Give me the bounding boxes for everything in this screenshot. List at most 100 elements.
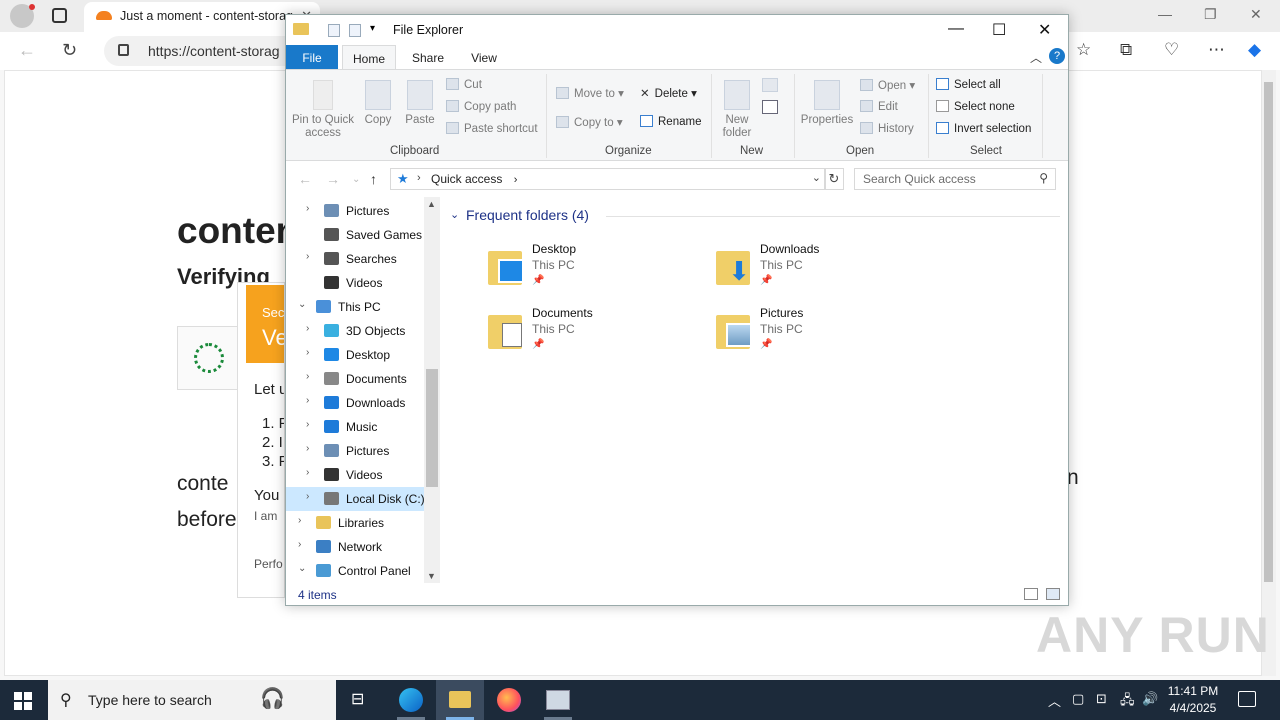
delete-button[interactable]: ✕ Delete ▾ <box>640 86 697 100</box>
tree-item[interactable]: › Music <box>286 415 426 439</box>
details-view-icon[interactable] <box>1024 588 1038 600</box>
expand-arrow-icon[interactable]: › <box>306 371 309 382</box>
edge-taskbar-button[interactable] <box>387 680 435 720</box>
scroll-up-icon[interactable]: ▲ <box>427 199 436 209</box>
copy-to-button[interactable]: Copy to ▾ <box>556 115 623 129</box>
back-icon[interactable]: ← <box>298 171 312 187</box>
task-view-button[interactable]: ⊟ <box>338 680 386 720</box>
scrollbar-thumb[interactable] <box>1264 82 1273 582</box>
expand-arrow-icon[interactable]: › <box>298 539 301 550</box>
group-header[interactable]: Frequent folders (4) <box>466 207 589 223</box>
up-icon[interactable]: ↑ <box>370 171 377 187</box>
url-field[interactable]: https://content-storag <box>104 36 304 66</box>
tree-item[interactable]: Videos <box>286 271 426 295</box>
copy-path-button[interactable]: Copy path <box>446 100 516 113</box>
tree-item[interactable]: › Libraries <box>286 511 426 535</box>
new-folder-button[interactable]: New folder <box>718 80 756 140</box>
properties-qat-icon[interactable] <box>328 24 340 37</box>
tree-item[interactable]: › 3D Objects <box>286 319 426 343</box>
tree-scrollbar[interactable]: ▲ ▼ <box>424 197 440 583</box>
favorites-icon[interactable]: ☆ <box>1076 40 1091 60</box>
windows-start-icon[interactable] <box>14 692 32 710</box>
select-none-button[interactable]: Select none <box>936 100 1015 113</box>
restore-icon[interactable]: ❐ <box>1204 6 1217 23</box>
expand-arrow-icon[interactable]: › <box>298 515 301 526</box>
refresh-button[interactable]: ↻ <box>824 168 844 190</box>
cut-button[interactable]: Cut <box>446 78 482 91</box>
search-input[interactable]: Search Quick access ⚲ <box>854 168 1056 190</box>
tab-file[interactable]: File <box>286 45 338 69</box>
expand-arrow-icon[interactable]: › <box>306 419 309 430</box>
challenge-widget[interactable] <box>177 326 241 390</box>
reload-icon[interactable]: ↻ <box>62 40 77 61</box>
maximize-icon[interactable]: ☐ <box>992 20 1006 40</box>
tree-item[interactable]: › Network <box>286 535 426 559</box>
close-icon[interactable]: ✕ <box>1038 20 1051 40</box>
folder-item-desktop[interactable]: Desktop This PC 📌 <box>486 241 686 297</box>
forward-icon[interactable]: → <box>326 171 340 187</box>
help-icon[interactable]: ? <box>1049 48 1065 64</box>
page-scrollbar[interactable] <box>1262 70 1276 676</box>
taskbar-search[interactable]: ⚲ Type here to search 🎧 <box>48 680 336 720</box>
qat-dropdown-icon[interactable]: ▾ <box>370 23 375 34</box>
folder-item-pictures[interactable]: Pictures This PC 📌 <box>714 305 914 361</box>
edit-button[interactable]: Edit <box>860 100 898 113</box>
pin-quick-access-button[interactable]: Pin to Quick access <box>290 80 356 140</box>
file-explorer-taskbar-button[interactable] <box>436 680 484 720</box>
tray-app-icon[interactable]: ▢ <box>1072 691 1084 707</box>
folder-item-documents[interactable]: Documents This PC 📌 <box>486 305 686 361</box>
tray-app2-icon[interactable]: ⊡ <box>1096 691 1107 707</box>
show-hidden-icons-icon[interactable]: ︿ <box>1048 691 1061 710</box>
move-to-button[interactable]: Move to ▾ <box>556 86 624 100</box>
collapse-ribbon-icon[interactable]: ︿ <box>1030 49 1042 66</box>
history-button[interactable]: History <box>860 122 914 135</box>
back-icon[interactable]: ← <box>18 40 36 61</box>
lock-icon[interactable] <box>118 44 129 56</box>
tree-item[interactable]: Saved Games <box>286 223 426 247</box>
network-icon[interactable]: 🖧 <box>1120 691 1135 713</box>
new-folder-qat-icon[interactable] <box>349 24 361 37</box>
copilot-icon[interactable]: ◆ <box>1248 40 1261 60</box>
expand-arrow-icon[interactable]: › <box>306 347 309 358</box>
paste-shortcut-button[interactable]: Paste shortcut <box>446 122 538 135</box>
notifications-icon[interactable] <box>1238 691 1256 707</box>
expand-arrow-icon[interactable]: › <box>306 491 309 502</box>
breadcrumb-chevron-icon[interactable]: › <box>417 172 421 184</box>
tree-item[interactable]: › Desktop <box>286 343 426 367</box>
expand-arrow-icon[interactable]: › <box>306 203 309 214</box>
address-bar[interactable]: ★ › Quick access › ⌄ <box>390 168 826 190</box>
close-window-icon[interactable]: ✕ <box>1250 6 1262 23</box>
collapse-group-icon[interactable]: ⌄ <box>450 208 459 221</box>
breadcrumb-chevron-icon[interactable]: › <box>514 174 518 186</box>
large-icons-view-icon[interactable] <box>1046 588 1060 600</box>
address-dropdown-icon[interactable]: ⌄ <box>812 171 821 184</box>
performance-icon[interactable]: ♡ <box>1164 40 1179 60</box>
expand-arrow-icon[interactable]: › <box>306 467 309 478</box>
system-clock[interactable]: 11:41 PM 4/4/2025 <box>1162 683 1224 717</box>
tree-item[interactable]: › Videos <box>286 463 426 487</box>
expand-arrow-icon[interactable]: › <box>306 395 309 406</box>
tab-view[interactable]: View <box>462 45 506 69</box>
new-item-icon[interactable] <box>762 78 778 92</box>
tree-item[interactable]: ⌄ Control Panel <box>286 559 426 583</box>
volume-icon[interactable]: 🔊 <box>1142 691 1158 707</box>
collapse-arrow-icon[interactable]: ⌄ <box>298 563 306 574</box>
tab-actions-icon[interactable] <box>52 8 67 23</box>
open-button[interactable]: Open ▾ <box>860 78 915 92</box>
firefox-taskbar-button[interactable] <box>485 680 533 720</box>
tree-item[interactable]: › Downloads <box>286 391 426 415</box>
expand-arrow-icon[interactable]: › <box>306 443 309 454</box>
minimize-icon[interactable]: — <box>1158 6 1172 22</box>
invert-selection-button[interactable]: Invert selection <box>936 122 1031 135</box>
tree-item[interactable]: › Searches <box>286 247 426 271</box>
scrollbar-thumb[interactable] <box>426 369 438 487</box>
paste-button[interactable]: Paste <box>402 80 438 127</box>
tree-item[interactable]: › Pictures <box>286 199 426 223</box>
scroll-down-icon[interactable]: ▼ <box>427 571 436 581</box>
expand-arrow-icon[interactable]: › <box>306 323 309 334</box>
select-all-button[interactable]: Select all <box>936 78 1001 91</box>
tree-item[interactable]: › Pictures <box>286 439 426 463</box>
tree-item[interactable]: ⌄ This PC <box>286 295 426 319</box>
tab-share[interactable]: Share <box>404 45 452 69</box>
minimize-icon[interactable]: — <box>948 20 964 38</box>
